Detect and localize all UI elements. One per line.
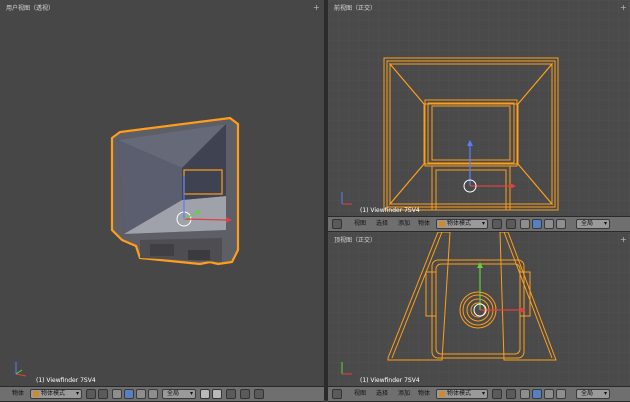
lock-icon[interactable] [226,389,236,399]
menu-view[interactable]: 视图 [354,387,366,401]
pivot-icon[interactable] [506,219,516,229]
scale-icon[interactable] [556,389,566,399]
rotate-icon[interactable] [544,219,554,229]
editor-type-icon[interactable] [332,389,342,399]
orientation-label: 全局 [581,220,594,227]
mode-dropdown[interactable]: 物体模式 ▾ [436,219,488,229]
orientation-label: 全局 [581,390,594,397]
mode-label: 物体模式 [447,390,472,397]
mode-dropdown[interactable]: 物体模式 ▾ [436,389,488,399]
viewfinder-model-top-wireframe[interactable] [328,232,630,386]
menu-select[interactable]: 选择 [376,387,388,401]
manipulator-toggle-icon[interactable] [520,219,530,229]
manipulator-toggle-icon[interactable] [112,389,122,399]
layer-grid-icon[interactable] [200,389,210,399]
rotate-icon[interactable] [544,389,554,399]
chevron-down-icon: ▾ [75,390,79,397]
layer-grid-icon[interactable] [212,389,222,399]
viewport-user-perspective[interactable]: 用户视图（透视） + (1) Viewfinder 7SV4 [0,0,324,386]
manipulator-toggle-icon[interactable] [520,389,530,399]
orientation-dropdown[interactable]: 全局 ▾ [576,389,610,399]
menu-select[interactable]: 选择 [376,217,388,231]
viewport-divider-vertical[interactable] [324,0,328,400]
mode-label: 物体模式 [41,390,66,397]
shading-icon[interactable] [492,219,502,229]
orientation-dropdown[interactable]: 全局 ▾ [162,389,196,399]
pivot-icon[interactable] [98,389,108,399]
editor-type-icon[interactable] [332,219,342,229]
shading-icon[interactable] [492,389,502,399]
menu-object[interactable]: 物体 [418,387,430,401]
active-object-label: (1) Viewfinder 7SV4 [360,377,420,384]
orientation-dropdown[interactable]: 全局 ▾ [576,219,610,229]
active-object-label: (1) Viewfinder 7SV4 [36,377,96,384]
viewport-front-ortho[interactable]: 前视图（正交） + (1) Viewfinder 7SV4 [328,0,630,216]
pivot-icon[interactable] [506,389,516,399]
viewport-top-ortho[interactable]: 顶视图（正交） + (1) Viewfinder 7SV4 [328,232,630,386]
menu-object[interactable]: 物体 [12,387,24,401]
translate-icon[interactable] [124,389,134,399]
viewfinder-model-front-wireframe[interactable] [328,0,630,216]
scale-icon[interactable] [148,389,158,399]
menu-view[interactable]: 视图 [354,217,366,231]
viewfinder-model-perspective[interactable] [0,0,324,386]
rotate-icon[interactable] [136,389,146,399]
chevron-down-icon: ▾ [189,390,193,397]
object-mode-icon [439,221,445,227]
menu-add[interactable]: 添加 [398,217,410,231]
shading-icon[interactable] [86,389,96,399]
chevron-down-icon: ▾ [481,390,485,397]
scale-icon[interactable] [556,219,566,229]
orientation-label: 全局 [167,390,180,397]
viewport-header-top-right: 视图 选择 添加 物体 物体模式 ▾ 全局 ▾ [328,216,630,232]
render-icon[interactable] [254,389,264,399]
chevron-down-icon: ▾ [603,390,607,397]
chevron-down-icon: ▾ [481,220,485,227]
translate-icon[interactable] [532,219,542,229]
mode-dropdown[interactable]: 物体模式 ▾ [30,389,82,399]
menu-object[interactable]: 物体 [418,217,430,231]
mode-label: 物体模式 [447,220,472,227]
active-object-label: (1) Viewfinder 7SV4 [360,207,420,214]
translate-icon[interactable] [532,389,542,399]
menu-add[interactable]: 添加 [398,387,410,401]
object-mode-icon [33,391,39,397]
chevron-down-icon: ▾ [603,220,607,227]
snap-icon[interactable] [240,389,250,399]
object-mode-icon [439,391,445,397]
